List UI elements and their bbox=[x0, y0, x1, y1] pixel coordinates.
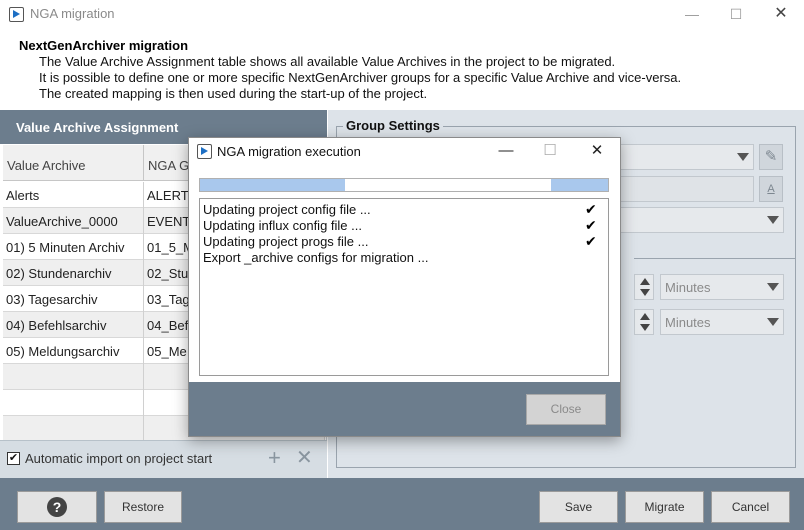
table-cell: 02) Stundenarchiv bbox=[3, 260, 144, 286]
log-line: Updating project progs file ... bbox=[203, 234, 369, 249]
maximize-button[interactable]: ☐ bbox=[713, 0, 759, 30]
app-icon bbox=[9, 7, 24, 22]
table-cell bbox=[3, 390, 144, 416]
interval-stepper-1[interactable] bbox=[634, 274, 654, 300]
chevron-down-icon bbox=[767, 318, 779, 326]
progress-fill bbox=[551, 179, 608, 191]
chevron-down-icon bbox=[767, 283, 779, 291]
log-line: Export _archive configs for migration ..… bbox=[203, 250, 429, 265]
header-description-line: It is possible to define one or more spe… bbox=[39, 70, 682, 85]
window-title: NGA migration bbox=[30, 6, 115, 21]
dialog-close-icon[interactable]: ✕ bbox=[574, 138, 620, 166]
dialog-close-button[interactable]: Close bbox=[526, 394, 606, 425]
column-header-value-archive[interactable]: Value Archive bbox=[3, 145, 144, 181]
table-cell bbox=[3, 364, 144, 390]
migrate-button[interactable]: Migrate bbox=[625, 491, 704, 523]
page-title: NextGenArchiver migration bbox=[19, 38, 189, 53]
table-cell: 03) Tagesarchiv bbox=[3, 286, 144, 312]
cancel-button[interactable]: Cancel bbox=[711, 491, 790, 523]
progress-fill bbox=[200, 179, 345, 191]
auto-import-checkbox[interactable]: ✔ bbox=[7, 452, 20, 465]
remove-icon[interactable]: ✕ bbox=[296, 448, 313, 468]
unit-dropdown-1[interactable]: Minutes bbox=[660, 274, 784, 300]
add-icon[interactable]: + bbox=[268, 447, 281, 469]
chevron-down-icon bbox=[767, 216, 779, 224]
minimize-button[interactable]: — bbox=[669, 0, 715, 30]
table-cell: ValueArchive_0000 bbox=[3, 208, 144, 234]
table-cell: 05) Meldungsarchiv bbox=[3, 338, 144, 364]
translate-icon[interactable]: A bbox=[759, 176, 783, 202]
group-settings-title: Group Settings bbox=[343, 118, 443, 133]
auto-import-label: Automatic import on project start bbox=[25, 451, 213, 466]
group-text-field[interactable] bbox=[616, 176, 754, 202]
interval-stepper-2[interactable] bbox=[634, 309, 654, 335]
help-icon: ? bbox=[47, 497, 67, 517]
group-name-dropdown[interactable] bbox=[616, 144, 754, 170]
header-description-line: The created mapping is then used during … bbox=[39, 86, 428, 101]
check-icon: ✔ bbox=[585, 201, 597, 217]
unit-dropdown-2[interactable]: Minutes bbox=[660, 309, 784, 335]
close-window-button[interactable]: ✕ bbox=[758, 0, 804, 30]
bottom-toolbar: ? Restore Save Migrate Cancel bbox=[0, 478, 804, 530]
table-cell: 01) 5 Minuten Archiv bbox=[3, 234, 144, 260]
dialog-app-icon bbox=[197, 144, 212, 159]
storage-dropdown[interactable] bbox=[616, 207, 784, 233]
migration-log: Updating project config file ... ✔ Updat… bbox=[199, 198, 609, 376]
help-button[interactable]: ? bbox=[17, 491, 97, 523]
edit-icon[interactable]: ✎ bbox=[759, 144, 783, 170]
save-button[interactable]: Save bbox=[539, 491, 618, 523]
log-line: Updating project config file ... bbox=[203, 202, 371, 217]
table-cell: Alerts bbox=[3, 182, 144, 208]
header-description-line: The Value Archive Assignment table shows… bbox=[39, 54, 616, 69]
chevron-down-icon bbox=[737, 153, 749, 161]
table-cell bbox=[3, 416, 144, 442]
dialog-minimize-button[interactable]: — bbox=[483, 138, 529, 166]
check-icon: ✔ bbox=[585, 233, 597, 249]
unit-value: Minutes bbox=[665, 280, 711, 295]
unit-value: Minutes bbox=[665, 315, 711, 330]
section-divider bbox=[634, 258, 796, 259]
check-icon: ✔ bbox=[585, 217, 597, 233]
log-line: Updating influx config file ... bbox=[203, 218, 362, 233]
table-cell: 04) Befehlsarchiv bbox=[3, 312, 144, 338]
dialog-title: NGA migration execution bbox=[217, 144, 361, 159]
restore-button[interactable]: Restore bbox=[104, 491, 182, 523]
dialog-maximize-button[interactable]: ☐ bbox=[527, 138, 573, 166]
migration-progress-bar bbox=[199, 178, 609, 192]
